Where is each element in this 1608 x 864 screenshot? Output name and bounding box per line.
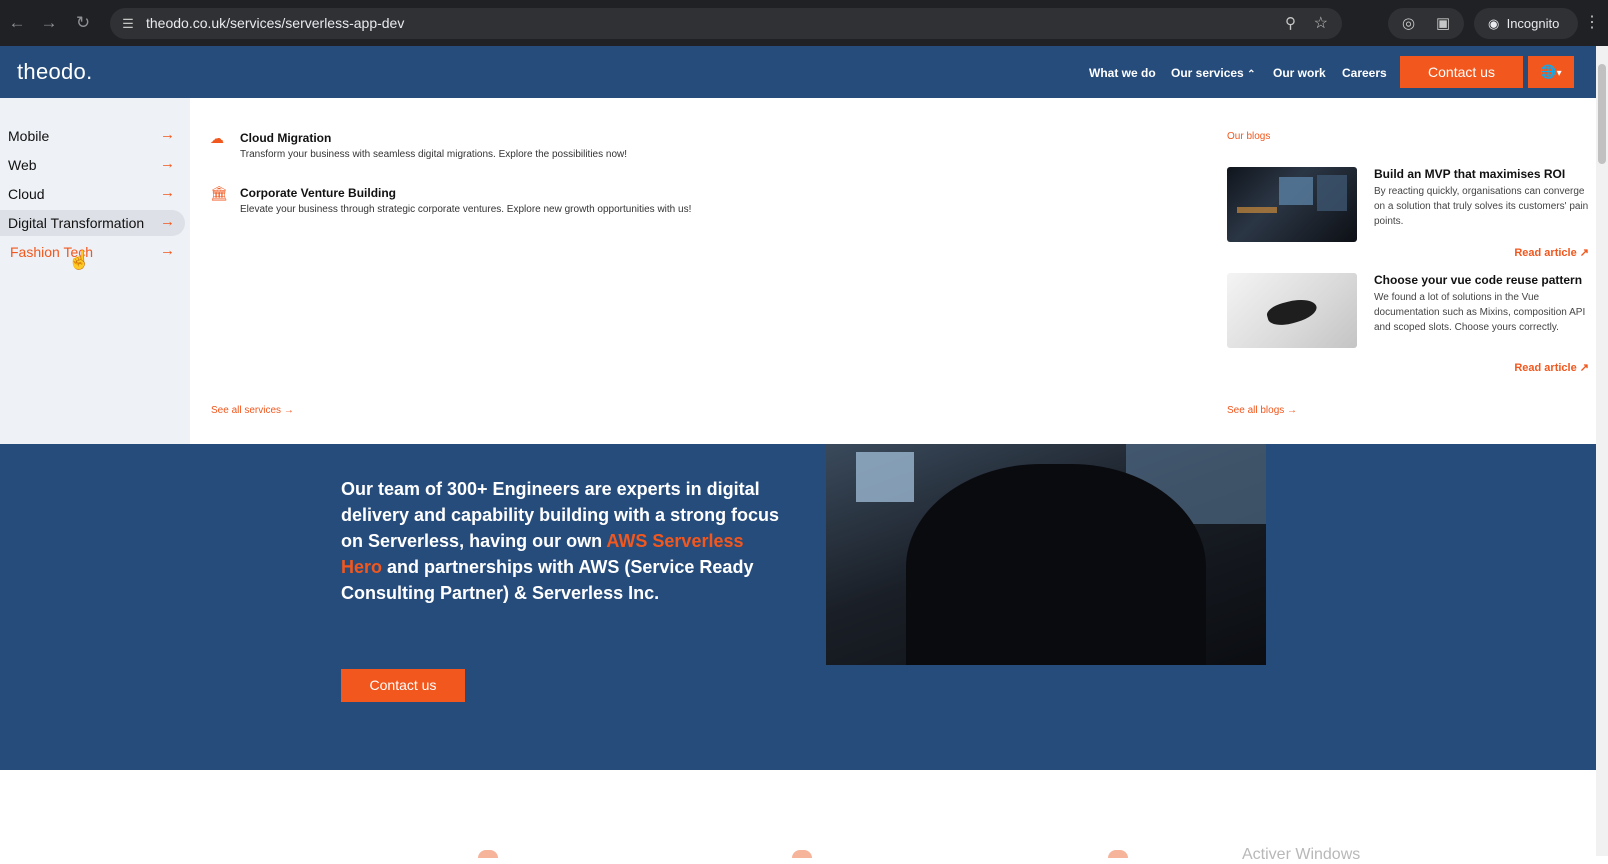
contact-us-button[interactable]: Contact us [1400, 56, 1523, 88]
language-selector[interactable]: 🌐▾ [1528, 56, 1574, 88]
read-article-label: Read article [1514, 362, 1577, 374]
extensions-group: ◎ ▣ [1388, 8, 1464, 39]
bank-icon: 🏛 [210, 185, 228, 201]
blog-desc: We found a lot of solutions in the Vue d… [1374, 292, 1586, 333]
service-desc: Transform your business with seamless di… [240, 149, 628, 160]
hero-text: Our team of 300+ Engineers are experts i… [341, 476, 781, 606]
blog-thumbnail [1227, 167, 1357, 242]
arrow-up-right-icon: ↗ [1579, 362, 1589, 374]
chevron-down-icon: ▾ [1556, 68, 1562, 79]
arrow-right-icon: → [160, 126, 175, 143]
reload-icon[interactable]: ↻ [72, 12, 94, 34]
browser-menu-icon[interactable]: ⋮ [1584, 12, 1600, 32]
service-categories: Mobile → Web → Cloud → Digital Transformati… [0, 98, 190, 444]
arrow-right-icon: → [160, 155, 175, 172]
blog-card[interactable]: Build an MVP that maximises ROI By react… [1227, 167, 1589, 267]
see-all-blogs-label: See all blogs [1227, 405, 1285, 416]
blog-title: Choose your vue code reuse pattern [1374, 273, 1583, 287]
read-article-link[interactable]: Read article ↗ [1514, 361, 1589, 374]
page-scrollbar[interactable] [1596, 46, 1608, 856]
blog-card[interactable]: Choose your vue code reuse pattern We fo… [1227, 273, 1589, 374]
url-text[interactable]: theodo.co.uk/services/serverless-app-dev [146, 15, 404, 31]
see-all-services-link[interactable]: See all services → [211, 405, 294, 416]
nav-careers[interactable]: Careers [1342, 66, 1387, 80]
forward-icon[interactable]: → [38, 12, 60, 34]
category-label: Cloud [8, 186, 45, 202]
category-label: Mobile [8, 128, 50, 144]
hero-text-after: and partnerships with AWS (Service Ready… [341, 557, 754, 603]
scrollbar-thumb[interactable] [1598, 64, 1606, 164]
monitor-shape [1317, 175, 1347, 211]
windows-activation-watermark: Activer Windows [1242, 846, 1361, 863]
feature-icon [792, 850, 812, 858]
read-article-link[interactable]: Read article ↗ [1514, 246, 1589, 259]
service-title: Corporate Venture Building [240, 186, 397, 200]
blogs-heading: Our blogs [1227, 131, 1271, 142]
engineer-photo [826, 444, 1266, 665]
category-mobile[interactable]: Mobile → [0, 123, 185, 149]
hero-section: Our team of 300+ Engineers are experts i… [0, 444, 1596, 770]
back-icon[interactable]: ← [6, 12, 28, 34]
arrow-right-icon: → [160, 213, 175, 230]
blog-title: Build an MVP that maximises ROI [1374, 167, 1566, 181]
category-digital-transformation[interactable]: Digital Transformation → [0, 210, 185, 236]
category-web[interactable]: Web → [0, 152, 185, 178]
feature-icon [1108, 850, 1128, 858]
read-article-label: Read article [1514, 247, 1577, 259]
site-header: theodo. What we do Our services ⌃ Our wo… [0, 46, 1596, 98]
arrow-right-icon: → [160, 184, 175, 201]
arrow-right-icon: → [283, 405, 294, 416]
puzzle-gap-shape [1265, 294, 1319, 330]
category-label: Digital Transformation [8, 215, 145, 231]
search-icon[interactable]: ⚲ [1285, 14, 1296, 32]
service-desc: Elevate your business through strategic … [240, 204, 692, 215]
address-bar[interactable]: ☰ theodo.co.uk/services/serverless-app-d… [110, 8, 1342, 39]
service-title: Cloud Migration [240, 131, 332, 145]
globe-icon: 🌐 [1540, 64, 1557, 79]
logo[interactable]: theodo. [17, 59, 93, 85]
category-label: Web [8, 157, 37, 173]
cloud-upload-icon: ☁ [210, 130, 224, 146]
blog-desc: By reacting quickly, organisations can c… [1374, 186, 1589, 227]
see-all-services-label: See all services [211, 405, 282, 416]
puzzle-extension-icon[interactable]: ▣ [1436, 14, 1450, 32]
browser-toolbar: ← → ↻ ☰ theodo.co.uk/services/serverless… [0, 0, 1608, 46]
next-section: Activer Windows [0, 770, 1596, 863]
hand-cursor-icon: ☝ [68, 250, 91, 270]
person-silhouette [906, 464, 1206, 665]
arrow-right-icon: → [160, 242, 175, 259]
nav-our-work[interactable]: Our work [1273, 66, 1326, 80]
site-info-icon[interactable]: ☰ [118, 14, 138, 34]
chevron-up-icon: ⌃ [1247, 69, 1256, 80]
nav-our-services[interactable]: Our services ⌃ [1171, 66, 1255, 80]
see-all-blogs-link[interactable]: See all blogs → [1227, 405, 1297, 416]
feature-icon [478, 850, 498, 858]
nav-our-services-label: Our services [1171, 66, 1244, 80]
incognito-label: Incognito [1506, 16, 1560, 31]
category-fashion-tech[interactable]: Fashion Tech → [0, 239, 185, 265]
category-cloud[interactable]: Cloud → [0, 181, 185, 207]
nav-what-we-do[interactable]: What we do [1089, 66, 1156, 80]
arrow-right-icon: → [1287, 405, 1298, 416]
globe-extension-icon[interactable]: ◎ [1402, 14, 1415, 32]
bookmark-star-icon[interactable]: ☆ [1314, 13, 1328, 33]
incognito-badge[interactable]: ◉ Incognito [1474, 8, 1578, 39]
services-mega-menu: Mobile → Web → Cloud → Digital Transformati… [0, 98, 1596, 444]
arrow-up-right-icon: ↗ [1579, 247, 1589, 259]
hero-contact-button[interactable]: Contact us [341, 669, 465, 702]
lamp-light-shape [1237, 207, 1277, 213]
monitor-shape [856, 452, 914, 502]
blog-thumbnail [1227, 273, 1357, 348]
monitor-shape [1279, 177, 1313, 205]
